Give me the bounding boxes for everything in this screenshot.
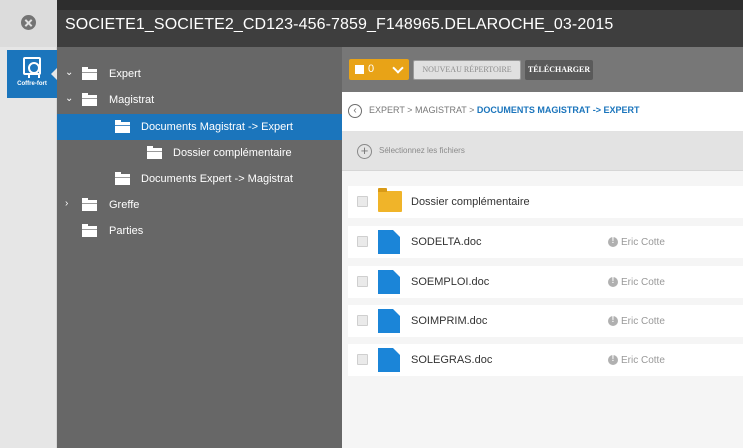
title-bar: SOCIETE1_SOCIETE2_CD123-456-7859_F148965… — [57, 0, 743, 47]
file-owner: Eric Cotte — [621, 237, 665, 248]
file-name[interactable]: SOIMPRIM.doc — [411, 315, 487, 327]
row-checkbox[interactable] — [357, 354, 368, 365]
breadcrumb-current: DOCUMENTS MAGISTRAT -> EXPERT — [476, 105, 640, 115]
chevron-down-icon — [392, 62, 404, 74]
left-rail: Coffre-fort — [0, 0, 58, 448]
tree-item-expert[interactable]: ⌄ Expert — [57, 61, 342, 87]
upload-area[interactable]: + Sélectionnez les fichiers — [342, 132, 743, 171]
chevron-right-icon[interactable]: › — [65, 199, 75, 209]
plus-icon[interactable]: + — [357, 144, 372, 159]
file-row[interactable]: SOIMPRIM.doc Eric Cotte — [348, 305, 743, 337]
tree-item-label: Greffe — [109, 199, 140, 211]
window-title: SOCIETE1_SOCIETE2_CD123-456-7859_F148965… — [65, 16, 614, 33]
folder-icon — [82, 67, 97, 80]
file-row[interactable]: SODELTA.doc Eric Cotte — [348, 226, 743, 258]
file-name[interactable]: Dossier complémentaire — [411, 196, 530, 208]
upload-label: Sélectionnez les fichiers — [379, 146, 465, 155]
chevron-down-icon[interactable]: ⌄ — [65, 94, 75, 104]
row-checkbox[interactable] — [357, 276, 368, 287]
user-icon — [608, 276, 618, 287]
folder-icon — [115, 172, 130, 185]
file-name[interactable]: SODELTA.doc — [411, 236, 482, 248]
tree-item-greffe[interactable]: › Greffe — [57, 192, 342, 218]
chevron-down-icon[interactable]: ⌄ — [65, 68, 75, 78]
document-icon — [378, 230, 400, 254]
vault-label: Coffre-fort — [17, 81, 47, 87]
tree-item-magistrat[interactable]: ⌄ Magistrat — [57, 87, 342, 113]
file-owner: Eric Cotte — [621, 355, 665, 366]
document-icon — [378, 270, 400, 294]
tree-item-documents-magistrat-expert[interactable]: Documents Magistrat -> Expert — [57, 114, 342, 140]
file-name[interactable]: SOLEGRAS.doc — [411, 354, 492, 366]
close-icon[interactable] — [21, 15, 36, 30]
tree-item-label: Magistrat — [109, 94, 155, 106]
select-checkbox-icon — [355, 65, 364, 74]
row-checkbox[interactable] — [357, 196, 368, 207]
document-icon — [378, 309, 400, 333]
tree-item-documents-expert-magistrat[interactable]: Documents Expert -> Magistrat — [57, 166, 342, 192]
user-icon — [608, 315, 618, 326]
user-icon — [608, 354, 618, 365]
file-owner: Eric Cotte — [621, 316, 665, 327]
tree-item-label: Expert — [109, 68, 141, 80]
folder-icon — [115, 120, 130, 133]
tree-item-label: Documents Expert -> Magistrat — [141, 173, 293, 185]
main-panel: 0 NOUVEAU RÉPERTOIRE TÉLÉCHARGER ‹ EXPER… — [342, 47, 743, 448]
rail-header — [0, 0, 57, 47]
file-row[interactable]: SOLEGRAS.doc Eric Cotte — [348, 344, 743, 376]
row-checkbox[interactable] — [357, 236, 368, 247]
row-checkbox[interactable] — [357, 315, 368, 326]
folder-icon — [378, 188, 402, 212]
folder-icon — [82, 224, 97, 237]
tree-item-dossier-complementaire[interactable]: Dossier complémentaire — [57, 140, 342, 166]
new-folder-button[interactable]: NOUVEAU RÉPERTOIRE — [413, 60, 521, 80]
file-row[interactable]: SOEMPLOI.doc Eric Cotte — [348, 266, 743, 298]
breadcrumb-path: EXPERT > MAGISTRAT > DOCUMENTS MAGISTRAT… — [369, 105, 639, 115]
user-icon — [608, 236, 618, 247]
vault-tab[interactable]: Coffre-fort — [7, 50, 58, 98]
folder-tree: ⌄ Expert ⌄ Magistrat Documents Magistrat… — [57, 47, 342, 448]
download-button[interactable]: TÉLÉCHARGER — [525, 60, 593, 80]
file-name[interactable]: SOEMPLOI.doc — [411, 276, 489, 288]
folder-icon — [147, 146, 162, 159]
select-all-dropdown[interactable]: 0 — [349, 59, 409, 80]
file-owner: Eric Cotte — [621, 277, 665, 288]
breadcrumb: ‹ EXPERT > MAGISTRAT > DOCUMENTS MAGISTR… — [342, 92, 743, 132]
toolbar: 0 NOUVEAU RÉPERTOIRE TÉLÉCHARGER — [342, 47, 743, 92]
back-arrow-icon[interactable]: ‹ — [348, 104, 362, 118]
app-window: Coffre-fort SOCIETE1_SOCIETE2_CD123-456-… — [0, 0, 743, 448]
tree-item-parties[interactable]: Parties — [57, 218, 342, 244]
tree-item-label: Documents Magistrat -> Expert — [141, 121, 293, 133]
document-icon — [378, 348, 400, 372]
tree-item-label: Parties — [109, 225, 144, 237]
file-row[interactable]: Dossier complémentaire — [348, 186, 743, 218]
selected-count: 0 — [368, 63, 375, 75]
breadcrumb-parents[interactable]: EXPERT > MAGISTRAT > — [369, 105, 477, 115]
folder-icon — [82, 93, 97, 106]
tree-item-label: Dossier complémentaire — [173, 147, 292, 159]
safe-icon — [23, 57, 41, 78]
folder-icon — [82, 198, 97, 211]
